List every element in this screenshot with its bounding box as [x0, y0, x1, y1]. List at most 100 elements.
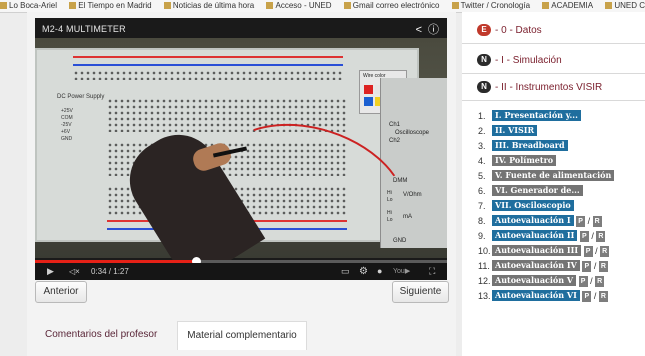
- settings-icon[interactable]: ⚙: [359, 263, 368, 280]
- bookmark-item[interactable]: Twitter / Cronología: [451, 1, 530, 10]
- list-item[interactable]: 8. Autoevaluación I P / R: [478, 215, 602, 228]
- bookmark-icon: [542, 2, 550, 9]
- bookmark-icon: [266, 2, 274, 9]
- label-gnd: GND: [61, 136, 73, 142]
- list-item[interactable]: 10. Autoevaluación III P / R: [478, 245, 610, 258]
- bookmark-item[interactable]: Gmail correo electrónico: [343, 1, 439, 10]
- problems-link[interactable]: P: [579, 231, 589, 242]
- lesson-tag[interactable]: V. Fuente de alimentación: [492, 170, 615, 181]
- lesson-tag[interactable]: II. VISIR: [492, 125, 538, 136]
- problems-link[interactable]: P: [583, 246, 593, 257]
- lesson-tag[interactable]: VI. Generador de...: [492, 185, 583, 196]
- video-frame[interactable]: DC Power Supply +25V COM -25V +6V GND Wi…: [35, 38, 447, 280]
- video-title: M2-4 MULTIMETER: [42, 24, 126, 34]
- badge-e: E: [477, 24, 491, 36]
- problems-link[interactable]: P: [576, 216, 586, 227]
- lesson-tag[interactable]: III. Breadboard: [492, 140, 568, 151]
- section-simulacion[interactable]: N - I - Simulación: [462, 48, 645, 74]
- play-icon[interactable]: ▶: [47, 263, 54, 280]
- separator: /: [595, 246, 598, 256]
- label-ch2: Ch2: [389, 138, 401, 144]
- lesson-tag[interactable]: I. Presentación y...: [492, 110, 581, 121]
- lesson-tag[interactable]: Autoevaluación VI: [492, 290, 580, 301]
- time-display: 0:34 / 1:27: [91, 267, 129, 276]
- item-number: 4.: [478, 156, 486, 166]
- label-oscilloscope: Oscilloscope: [395, 130, 430, 136]
- lesson-tag[interactable]: Autoevaluación II: [492, 230, 578, 241]
- bookmark-item[interactable]: ACADEMIA: [542, 1, 593, 10]
- results-link[interactable]: R: [595, 276, 605, 287]
- list-item[interactable]: 1. I. Presentación y...: [478, 110, 581, 123]
- section-label: - II - Instrumentos VISIR: [495, 82, 603, 93]
- results-link[interactable]: R: [592, 216, 602, 227]
- item-number: 12.: [478, 276, 491, 286]
- lesson-tag[interactable]: Autoevaluación IV: [492, 260, 580, 271]
- item-number: 5.: [478, 171, 486, 181]
- label-pos25: +25V: [61, 108, 73, 114]
- lesson-tag[interactable]: Autoevaluación I: [492, 215, 574, 226]
- bookmark-icon: [163, 2, 171, 9]
- separator: /: [593, 291, 597, 301]
- volume-icon[interactable]: ◁×: [69, 263, 80, 280]
- tab-material[interactable]: Material complementario: [177, 321, 307, 350]
- previous-button[interactable]: Anterior: [35, 281, 87, 303]
- label-com: COM: [61, 115, 73, 121]
- label-ch1: Ch1: [389, 122, 401, 128]
- bookmark-item[interactable]: Lo Boca-Ariel: [0, 1, 57, 10]
- bookmark-icon: [69, 2, 77, 9]
- list-item[interactable]: 13. Autoevaluación VI P / R: [478, 290, 608, 303]
- lesson-tag[interactable]: IV. Polímetro: [492, 155, 557, 166]
- bookmark-icon: [343, 2, 351, 9]
- youtube-logo-icon[interactable]: You▶: [393, 263, 410, 280]
- bookmark-item[interactable]: Acceso - UNED: [266, 1, 332, 10]
- badge-n: N: [477, 54, 491, 66]
- info-icon[interactable]: ⓘ: [428, 24, 439, 36]
- lesson-tag[interactable]: Autoevaluación III: [492, 245, 582, 256]
- list-item[interactable]: 11. Autoevaluación IV P / R: [478, 260, 608, 273]
- section-datos[interactable]: E - 0 - Datos: [462, 18, 645, 44]
- bookmark-icon: [605, 2, 613, 9]
- item-number: 10.: [478, 246, 491, 256]
- list-item[interactable]: 12. Autoevaluación V P / R: [478, 275, 605, 288]
- bookmark-item[interactable]: UNED C: [605, 1, 645, 10]
- next-button[interactable]: Siguiente: [392, 281, 449, 303]
- lesson-tag[interactable]: Autoevaluación V: [492, 275, 577, 286]
- lesson-tag[interactable]: VII. Osciloscopio: [492, 200, 574, 211]
- fullscreen-icon[interactable]: ⛶: [429, 263, 435, 280]
- list-item[interactable]: 5. V. Fuente de alimentación: [478, 170, 615, 183]
- main-content: DC Power Supply +25V COM -25V +6V GND Wi…: [27, 12, 456, 356]
- section-instrumentos[interactable]: N - II - Instrumentos VISIR: [462, 75, 645, 101]
- video-player[interactable]: DC Power Supply +25V COM -25V +6V GND Wi…: [35, 18, 447, 280]
- list-item[interactable]: 9. Autoevaluación II P / R: [478, 230, 606, 243]
- subtitles-icon[interactable]: ▭: [341, 263, 350, 280]
- bookmark-icon: [0, 2, 7, 9]
- item-number: 2.: [478, 126, 486, 136]
- course-sidebar: E - 0 - Datos N - I - Simulación N - II …: [462, 12, 645, 356]
- list-item[interactable]: 6. VI. Generador de...: [478, 185, 583, 198]
- video-controls: ▶ ◁× 0:34 / 1:27 ▭ ⚙ ● You▶ ⛶: [35, 263, 447, 280]
- list-item[interactable]: 7. VII. Osciloscopio: [478, 200, 574, 213]
- list-item[interactable]: 4. IV. Polímetro: [478, 155, 557, 168]
- list-item[interactable]: 3. III. Breadboard: [478, 140, 568, 153]
- label-neg25: -25V: [61, 122, 72, 128]
- label-vohm: V/Ohm: [403, 192, 422, 198]
- share-icon[interactable]: <: [416, 24, 422, 36]
- item-number: 7.: [478, 201, 486, 211]
- separator: /: [590, 276, 593, 286]
- problems-link[interactable]: P: [578, 276, 588, 287]
- tab-comentarios[interactable]: Comentarios del profesor: [35, 321, 185, 349]
- bookmark-item[interactable]: Noticias de última hora: [163, 1, 254, 10]
- separator: /: [593, 261, 597, 271]
- list-item[interactable]: 2. II. VISIR: [478, 125, 538, 138]
- results-link[interactable]: R: [600, 246, 610, 257]
- results-link[interactable]: R: [598, 291, 608, 302]
- bookmark-item[interactable]: El Tiempo en Madrid: [69, 1, 152, 10]
- annotations-icon[interactable]: ●: [377, 263, 382, 280]
- results-link[interactable]: R: [598, 261, 608, 272]
- results-link[interactable]: R: [596, 231, 606, 242]
- section-label: - 0 - Datos: [495, 25, 542, 36]
- item-number: 6.: [478, 186, 486, 196]
- problems-link[interactable]: P: [582, 261, 592, 272]
- badge-n: N: [477, 81, 491, 93]
- problems-link[interactable]: P: [582, 291, 592, 302]
